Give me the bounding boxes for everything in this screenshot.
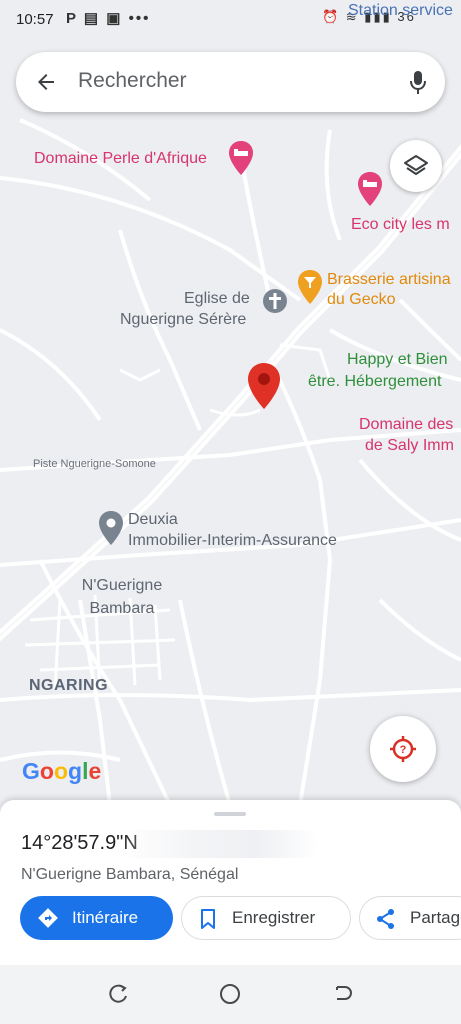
poi-label-eglise[interactable]: Eglise de (184, 289, 250, 309)
my-location-button[interactable]: ? (370, 716, 436, 782)
directions-icon (38, 908, 58, 928)
poi-label-happy-line2[interactable]: être. Hébergement (308, 372, 441, 392)
poi-label-brasserie[interactable]: Brasserie artisina (327, 270, 451, 290)
poi-label-eco-city[interactable]: Eco city les m (351, 215, 450, 235)
poi-label-brasserie-line2[interactable]: du Gecko (327, 290, 395, 310)
hotel-pin-icon[interactable] (229, 141, 253, 175)
road-label-piste: Piste Nguerigne-Somone (33, 458, 156, 470)
locality-label-bambara: Bambara (89, 600, 155, 617)
place-bottom-sheet[interactable]: 14°28'57.9"N N'Guerigne Bambara, Sénégal… (0, 800, 461, 965)
hotel-pin-icon[interactable] (358, 172, 382, 206)
sheet-drag-handle[interactable] (214, 812, 246, 816)
locality-label-ngaring: NGARING (29, 677, 109, 694)
layers-button[interactable] (390, 140, 442, 192)
bar-pin-icon[interactable] (298, 270, 322, 304)
share-icon (377, 909, 394, 929)
svg-text:?: ? (400, 744, 407, 756)
arrow-left-icon[interactable] (34, 70, 58, 94)
map-view[interactable]: Domaine Perle d'Afrique Eco city les m B… (0, 0, 461, 805)
locality-label-nguerigne: N'Guerigne (81, 577, 163, 594)
poi-label-deuxia-line2[interactable]: Immobilier-Interim-Assurance (128, 531, 337, 551)
redacted-area (118, 830, 318, 858)
system-navigation-bar (0, 965, 461, 1024)
church-pin-icon[interactable] (262, 288, 288, 314)
save-button[interactable]: Enregistrer (181, 896, 351, 940)
map-overlay-label: Station service (348, 2, 453, 19)
status-bar: 10:57 P ▤ ▣ ••• ⏰ ≋ ▮▮▮ 36 Station servi… (0, 0, 461, 40)
dropped-pin-icon[interactable] (247, 362, 281, 410)
poi-label-domaine-des-line2[interactable]: de Saly Imm (365, 436, 454, 456)
microphone-icon[interactable] (408, 70, 428, 96)
search-bar[interactable]: Rechercher (16, 52, 445, 112)
directions-label: Itinéraire (72, 908, 139, 927)
back-nav-icon[interactable] (331, 983, 353, 1005)
notification-icons: P ▤ ▣ ••• (66, 10, 151, 27)
poi-label-eglise-line2[interactable]: Nguerigne Sérère (120, 310, 246, 330)
bookmark-icon (201, 909, 215, 929)
location-unknown-icon: ? (390, 736, 416, 762)
place-pin-icon[interactable] (99, 511, 123, 545)
poi-label-happy[interactable]: Happy et Bien (347, 350, 448, 370)
share-label: Partager (410, 908, 461, 927)
place-subtitle: N'Guerigne Bambara, Sénégal (21, 866, 239, 883)
directions-button[interactable]: Itinéraire (20, 896, 173, 940)
recent-apps-icon[interactable] (108, 983, 130, 1005)
search-input[interactable]: Rechercher (78, 69, 187, 93)
google-logo: Google (22, 758, 102, 784)
share-button[interactable]: Partager (359, 896, 461, 940)
poi-label-deuxia[interactable]: Deuxia (128, 510, 178, 530)
layers-icon (404, 155, 428, 175)
home-icon[interactable] (219, 983, 241, 1005)
status-time: 10:57 (16, 11, 54, 28)
poi-label-domaine-des[interactable]: Domaine des (359, 415, 453, 435)
poi-label-domaine-perle[interactable]: Domaine Perle d'Afrique (34, 149, 207, 169)
save-label: Enregistrer (232, 908, 316, 927)
